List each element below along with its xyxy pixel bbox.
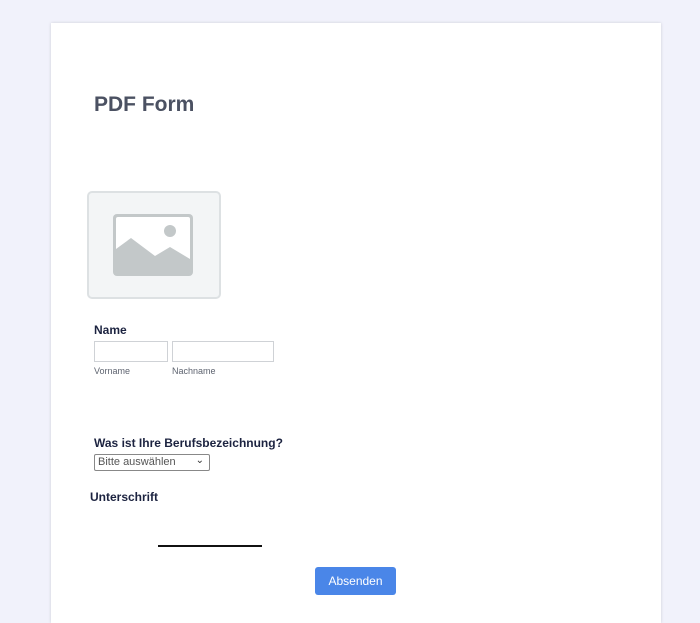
- form-card: PDF Form Name Vorname Nachname Was ist I…: [51, 23, 661, 623]
- submit-button[interactable]: Absenden: [315, 567, 396, 595]
- job-select[interactable]: Bitte auswählen ⌄: [94, 454, 210, 471]
- page-title: PDF Form: [94, 93, 195, 116]
- job-label: Was ist Ihre Berufsbezeichnung?: [94, 436, 283, 450]
- last-name-sublabel: Nachname: [172, 366, 216, 376]
- first-name-sublabel: Vorname: [94, 366, 131, 376]
- first-name-input[interactable]: [94, 341, 168, 362]
- image-placeholder: [87, 191, 221, 299]
- signature-label: Unterschrift: [90, 490, 159, 504]
- last-name-input[interactable]: [172, 341, 274, 362]
- name-label: Name: [94, 323, 127, 337]
- chevron-down-icon: ⌄: [195, 455, 204, 466]
- signature-pad[interactable]: [158, 545, 262, 547]
- job-select-value: Bitte auswählen: [98, 456, 176, 468]
- image-placeholder-icon: [113, 214, 193, 276]
